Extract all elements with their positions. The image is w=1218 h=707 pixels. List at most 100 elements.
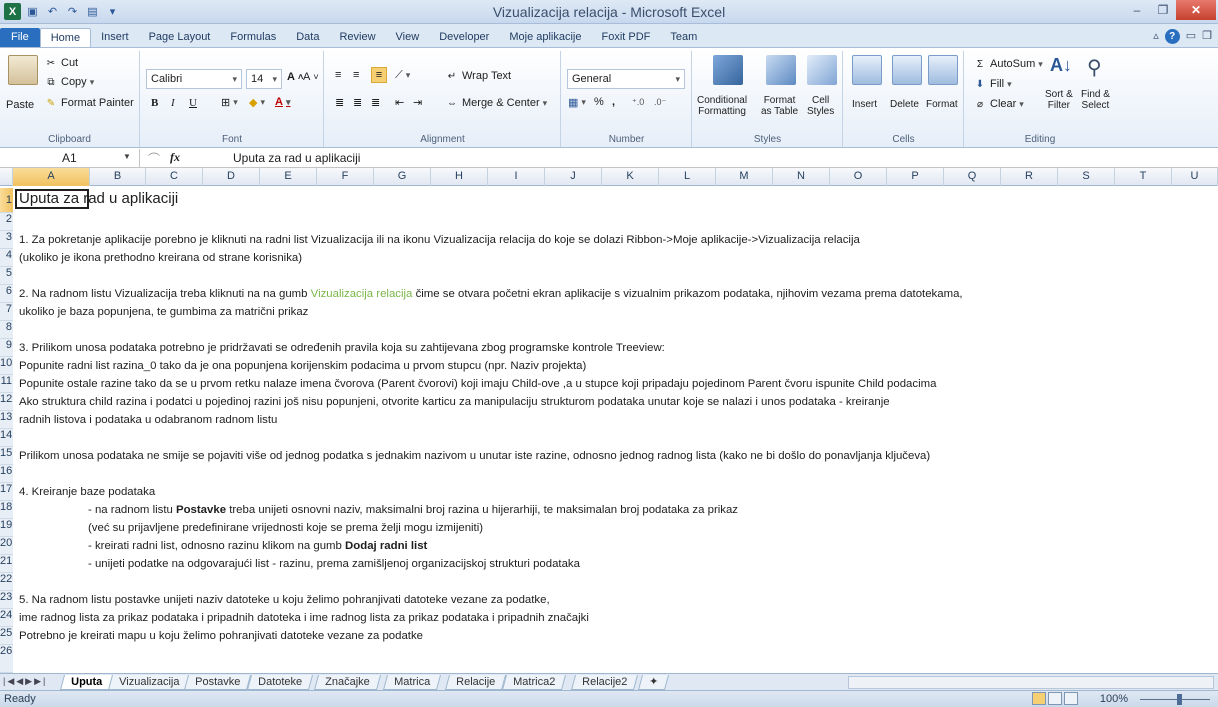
- row-header[interactable]: 9: [0, 339, 13, 357]
- row-header[interactable]: 4: [0, 249, 13, 267]
- row-header[interactable]: 3: [0, 231, 13, 249]
- row-header[interactable]: 17: [0, 483, 13, 501]
- row-header[interactable]: 10: [0, 357, 13, 375]
- cell-text[interactable]: Potrebno je kreirati mapu u koju želimo …: [19, 627, 423, 645]
- column-header[interactable]: B: [90, 168, 146, 186]
- italic-button[interactable]: I: [171, 97, 175, 109]
- formula-input[interactable]: Uputa za rad u aplikaciji: [233, 151, 360, 165]
- row-header[interactable]: 22: [0, 573, 13, 591]
- restore-icon[interactable]: ❐: [1150, 0, 1176, 20]
- help-icon[interactable]: ?: [1164, 29, 1180, 44]
- align-top-icon[interactable]: ≡: [335, 69, 341, 81]
- tab-file[interactable]: File: [0, 28, 40, 48]
- column-header[interactable]: N: [773, 168, 830, 186]
- paste-button[interactable]: Paste: [6, 99, 34, 111]
- row-header[interactable]: 16: [0, 465, 13, 483]
- column-header[interactable]: J: [545, 168, 602, 186]
- normal-view-icon[interactable]: [1032, 692, 1046, 705]
- column-header[interactable]: U: [1172, 168, 1218, 186]
- zoom-slider-thumb[interactable]: [1177, 694, 1182, 705]
- font-name-select[interactable]: Calibri ▾: [146, 69, 242, 89]
- cell-text[interactable]: 1. Za pokretanje aplikacije porebno je k…: [19, 231, 860, 249]
- clear-button[interactable]: ⌀ Clear ▾: [973, 97, 1024, 111]
- decrease-decimal-icon[interactable]: .0⁻: [654, 97, 666, 108]
- sheet-tab-datoteke[interactable]: Datoteke: [246, 675, 314, 690]
- column-header[interactable]: G: [374, 168, 431, 186]
- cell-text[interactable]: 3. Prilikom unosa podataka potrebno je p…: [19, 339, 665, 357]
- row-header[interactable]: 7: [0, 303, 13, 321]
- sheet-tab-postavke[interactable]: Postavke: [183, 675, 252, 690]
- center-icon[interactable]: ≣: [353, 96, 362, 109]
- borders-icon[interactable]: ⊞ ▾: [221, 96, 238, 109]
- cut-button[interactable]: ✂ Cut: [44, 56, 78, 70]
- currency-icon[interactable]: ▦ ▾: [568, 96, 586, 109]
- cell-text[interactable]: Uputa za rad u aplikaciji: [19, 189, 178, 207]
- cell-styles-icon[interactable]: [807, 55, 837, 85]
- row-header[interactable]: 26: [0, 645, 13, 673]
- column-header[interactable]: S: [1058, 168, 1115, 186]
- workbook-minimize-icon[interactable]: ▭: [1186, 29, 1196, 44]
- binoculars-icon[interactable]: ⚲: [1087, 55, 1102, 80]
- cancel-entry-icon[interactable]: ⌒: [148, 150, 160, 167]
- horizontal-scrollbar[interactable]: [848, 676, 1214, 689]
- tab-view[interactable]: View: [386, 28, 430, 48]
- row-header[interactable]: 14: [0, 429, 13, 447]
- column-header[interactable]: C: [146, 168, 203, 186]
- sheet-tab-matrica2[interactable]: Matrica2: [501, 675, 567, 690]
- insert-sheet-icon[interactable]: ✦: [637, 675, 670, 690]
- column-header[interactable]: L: [659, 168, 716, 186]
- find-select-button[interactable]: Find & Select: [1081, 89, 1110, 111]
- sheet-tab-znacajke[interactable]: Značajke: [313, 675, 381, 690]
- format-as-table-button[interactable]: Format as Table: [761, 95, 798, 117]
- select-all-corner[interactable]: [0, 168, 13, 186]
- cell-text[interactable]: 2. Na radnom listu Vizualizacija treba k…: [19, 285, 963, 303]
- increase-decimal-icon[interactable]: ⁺.0: [632, 97, 644, 108]
- cell-text[interactable]: 4. Kreiranje baze podataka: [19, 483, 155, 501]
- tab-review[interactable]: Review: [329, 28, 385, 48]
- row-header[interactable]: 20: [0, 537, 13, 555]
- tab-insert[interactable]: Insert: [91, 28, 139, 48]
- bold-button[interactable]: B: [151, 97, 158, 109]
- cell-text[interactable]: Ako struktura child razina i podatci u p…: [19, 393, 890, 411]
- insert-function-icon[interactable]: fx: [170, 150, 180, 167]
- cell-text[interactable]: radnih listova i podataka u odabranom ra…: [19, 411, 277, 429]
- tab-data[interactable]: Data: [286, 28, 329, 48]
- percent-button[interactable]: %: [594, 96, 604, 108]
- zoom-level[interactable]: 100%: [1100, 693, 1128, 705]
- column-header[interactable]: P: [887, 168, 944, 186]
- row-header[interactable]: 12: [0, 393, 13, 411]
- conditional-formatting-icon[interactable]: [713, 55, 743, 85]
- cell-text[interactable]: 5. Na radnom listu postavke unijeti nazi…: [19, 591, 550, 609]
- sheet-tab-uputa[interactable]: Uputa: [59, 675, 114, 690]
- sheet-tab-relacije[interactable]: Relacije: [444, 675, 507, 690]
- tab-moje-aplikacije[interactable]: Moje aplikacije: [499, 28, 591, 48]
- cell-text[interactable]: (ukoliko je ikona prethodno kreirana od …: [19, 249, 302, 267]
- comma-button[interactable]: ,: [612, 96, 615, 108]
- row-header[interactable]: 1: [0, 188, 13, 213]
- paste-icon[interactable]: [8, 55, 38, 85]
- merge-center-button[interactable]: ⇔ Merge & Center ▾: [445, 96, 547, 110]
- close-icon[interactable]: ✕: [1176, 0, 1216, 20]
- cell-text[interactable]: - unijeti podatke na odgovarajući list -…: [88, 555, 580, 573]
- cell-text[interactable]: Popunite radni list razina_0 tako da je …: [19, 357, 586, 375]
- minimize-ribbon-icon[interactable]: ▵: [1153, 29, 1159, 44]
- row-header[interactable]: 6: [0, 285, 13, 303]
- sheet-nav-arrows-icon[interactable]: |◀◀▶▶|: [3, 676, 47, 687]
- sort-filter-button[interactable]: Sort & Filter: [1045, 89, 1073, 111]
- insert-cells-icon[interactable]: [852, 55, 882, 85]
- tab-home[interactable]: Home: [39, 28, 92, 48]
- underline-button[interactable]: U: [189, 97, 197, 109]
- wrap-text-button[interactable]: ↵ Wrap Text: [445, 69, 511, 83]
- row-header[interactable]: 8: [0, 321, 13, 339]
- workbook-restore-icon[interactable]: ❐: [1202, 29, 1212, 44]
- font-color-icon[interactable]: A ▾: [275, 96, 290, 108]
- column-header[interactable]: R: [1001, 168, 1058, 186]
- cell-text[interactable]: Popunite ostale razine tako da se u prvo…: [19, 375, 936, 393]
- minimize-icon[interactable]: –: [1124, 0, 1150, 20]
- shrink-font-icon[interactable]: A ˅: [303, 71, 319, 83]
- cell-text[interactable]: ime radnog lista za prikaz podataka i pr…: [19, 609, 589, 627]
- name-box[interactable]: A1: [0, 149, 140, 167]
- row-header[interactable]: 15: [0, 447, 13, 465]
- column-header[interactable]: I: [488, 168, 545, 186]
- sheet-tab-vizualizacija[interactable]: Vizualizacija: [107, 675, 191, 690]
